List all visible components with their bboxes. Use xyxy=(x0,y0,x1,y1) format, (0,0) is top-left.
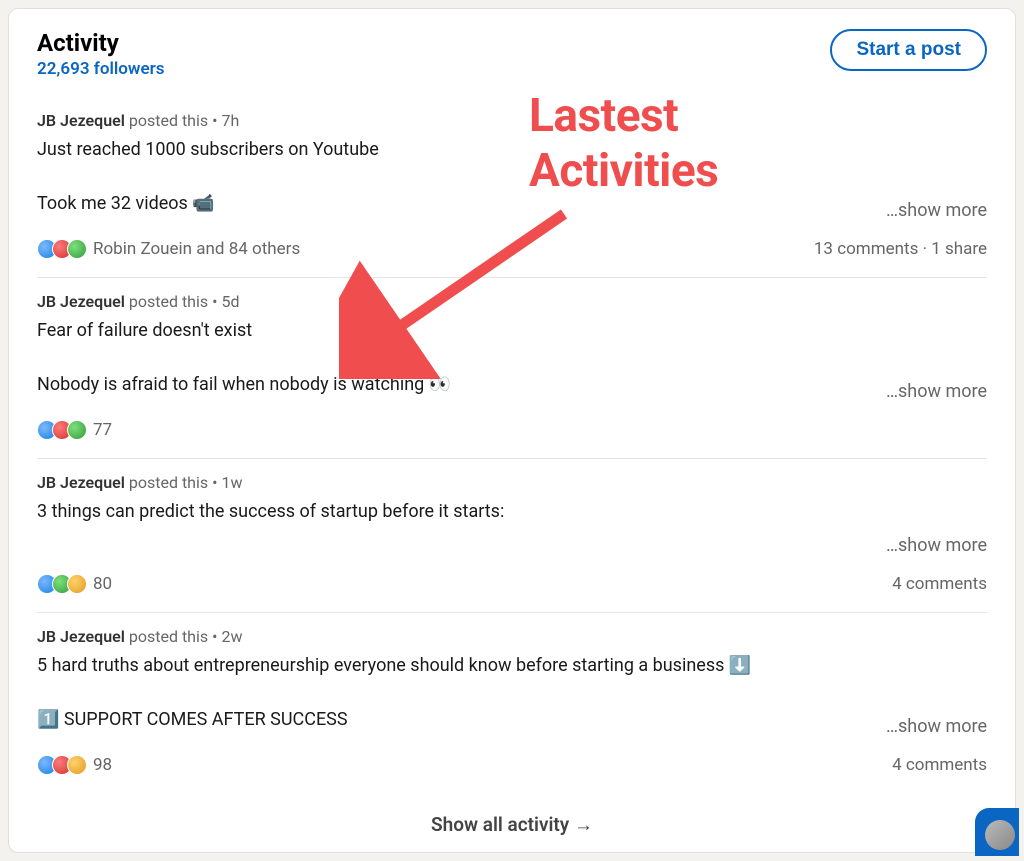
cel-reaction-icon xyxy=(67,420,87,440)
activity-header: Activity 22,693 followers Start a post xyxy=(9,29,1015,79)
post-body-row: Fear of failure doesn't exist Nobody is … xyxy=(37,317,987,402)
post-body-row: 5 hard truths about entrepreneurship eve… xyxy=(37,652,987,737)
show-more-link[interactable]: …show more xyxy=(886,200,987,221)
followers-count[interactable]: 22,693 followers xyxy=(37,59,164,79)
post-meta-text: posted this • 5d xyxy=(125,292,240,311)
post-meta: JB Jezequel posted this • 1w xyxy=(37,473,987,492)
post-author[interactable]: JB Jezequel xyxy=(37,111,125,130)
post-stats[interactable]: 4 comments xyxy=(892,574,987,594)
reactions[interactable]: 98 xyxy=(37,755,112,775)
activity-post: JB Jezequel posted this • 2w 5 hard truth… xyxy=(37,613,987,793)
cel-reaction-icon xyxy=(67,239,87,259)
show-more-link[interactable]: …show more xyxy=(886,381,987,402)
post-author[interactable]: JB Jezequel xyxy=(37,473,125,492)
reaction-text: 98 xyxy=(93,755,112,775)
post-meta-text: posted this • 2w xyxy=(125,627,243,646)
reactions[interactable]: 80 xyxy=(37,574,112,594)
bulb-reaction-icon xyxy=(67,574,87,594)
post-meta: JB Jezequel posted this • 2w xyxy=(37,627,987,646)
post-meta: JB Jezequel posted this • 5d xyxy=(37,292,987,311)
activity-post: JB Jezequel posted this • 1w 3 things can… xyxy=(37,459,987,613)
activity-post: JB Jezequel posted this • 5d Fear of fail… xyxy=(37,278,987,459)
reaction-text: 80 xyxy=(93,574,112,594)
activity-post: JB Jezequel posted this • 7h Just reached… xyxy=(37,97,987,278)
post-footer: 98 4 comments xyxy=(37,755,987,775)
reactions[interactable]: 77 xyxy=(37,420,112,440)
show-more-link[interactable]: …show more xyxy=(886,535,987,556)
post-body: 5 hard truths about entrepreneurship eve… xyxy=(37,652,751,733)
reaction-text: 77 xyxy=(93,420,112,440)
post-stats[interactable]: 13 comments · 1 share xyxy=(814,239,987,259)
reactions[interactable]: Robin Zouein and 84 others xyxy=(37,239,300,259)
reaction-text: Robin Zouein and 84 others xyxy=(93,239,300,259)
post-author[interactable]: JB Jezequel xyxy=(37,627,125,646)
post-body: Fear of failure doesn't exist Nobody is … xyxy=(37,317,451,398)
post-meta-text: posted this • 7h xyxy=(125,111,239,130)
post-body: Just reached 1000 subscribers on Youtube… xyxy=(37,136,379,217)
post-stats[interactable]: 4 comments xyxy=(892,755,987,775)
post-meta: JB Jezequel posted this • 7h xyxy=(37,111,987,130)
posts-container: JB Jezequel posted this • 7h Just reached… xyxy=(9,97,1015,793)
post-footer: 77 xyxy=(37,420,987,440)
activity-card: Activity 22,693 followers Start a post J… xyxy=(8,8,1016,853)
post-body-row: Just reached 1000 subscribers on Youtube… xyxy=(37,136,987,221)
show-all-activity-link[interactable]: Show all activity → xyxy=(9,793,1015,845)
reaction-icons xyxy=(37,755,87,775)
messaging-bubble[interactable] xyxy=(975,808,1019,856)
reaction-icons xyxy=(37,574,87,594)
post-meta-text: posted this • 1w xyxy=(125,473,243,492)
activity-title: Activity xyxy=(37,29,164,57)
post-body-row: 3 things can predict the success of star… xyxy=(37,498,987,556)
activity-header-left: Activity 22,693 followers xyxy=(37,29,164,79)
post-footer: 80 4 comments xyxy=(37,574,987,594)
avatar xyxy=(985,820,1015,850)
post-body: 3 things can predict the success of star… xyxy=(37,498,504,552)
reaction-icons xyxy=(37,420,87,440)
bulb-reaction-icon xyxy=(67,755,87,775)
post-author[interactable]: JB Jezequel xyxy=(37,292,125,311)
post-footer: Robin Zouein and 84 others 13 comments · … xyxy=(37,239,987,259)
start-a-post-button[interactable]: Start a post xyxy=(830,29,987,71)
show-more-link[interactable]: …show more xyxy=(886,716,987,737)
reaction-icons xyxy=(37,239,87,259)
